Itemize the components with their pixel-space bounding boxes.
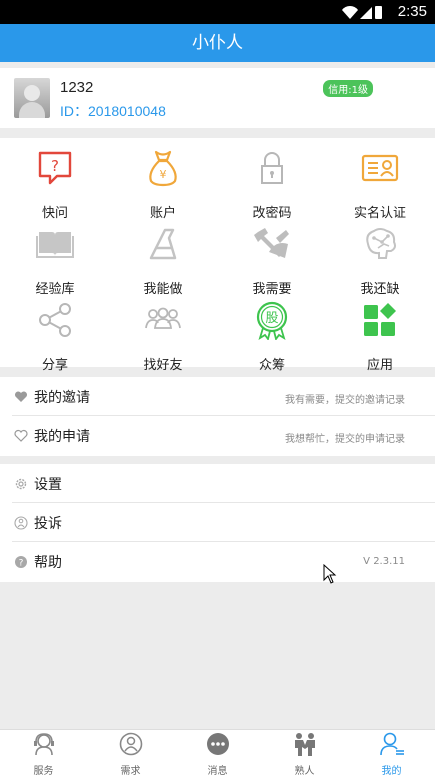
svg-text:?: ? — [19, 559, 24, 569]
signal-icons — [342, 5, 382, 19]
grid-item-label: 我需要 — [252, 282, 292, 297]
tab-label: 服务 — [33, 766, 54, 775]
acquaintance-icon — [294, 733, 315, 756]
friends-icon — [145, 307, 181, 329]
svg-text:?: ? — [51, 157, 59, 175]
mouse-cursor-icon — [323, 564, 337, 584]
user-id: ID：2018010048 — [60, 103, 166, 119]
list-item-label: 我的邀请 — [34, 390, 90, 406]
grid-item-label: 改密码 — [252, 206, 292, 221]
apps-icon — [364, 303, 396, 336]
complaint-icon — [14, 516, 28, 530]
grid-item-label: 找好友 — [143, 358, 183, 373]
gear-icon — [15, 478, 27, 490]
function-grid: ? 快问 ¥ 账户 改密码 实名认证 经验库 我能做 我需要 我还缺 分享 找好… — [0, 138, 435, 373]
list-item-hint: 我有需要，提交的邀请记录 — [285, 395, 405, 406]
grid-item-account[interactable]: ¥ 账户 — [109, 148, 217, 221]
list-item-label: 帮助 — [34, 555, 62, 571]
grid-item-i-need[interactable]: 我需要 — [218, 224, 326, 297]
list-item-hint: 我想帮忙，提交的申请记录 — [285, 434, 405, 445]
grid-item-i-can-do[interactable]: 我能做 — [109, 224, 217, 297]
grid-item-label: 快问 — [41, 206, 68, 221]
grid-item-label: 实名认证 — [353, 206, 406, 221]
grid-item-label: 应用 — [366, 358, 393, 373]
share-icon — [39, 303, 71, 337]
credit-badge: 信用:1级 — [323, 80, 373, 97]
lock-icon — [261, 152, 283, 184]
svg-text:¥: ¥ — [160, 168, 167, 181]
list-item-settings[interactable]: 设置 — [12, 464, 435, 503]
book-icon — [36, 232, 74, 258]
tab-acquaintances[interactable]: 熟人 — [261, 732, 348, 775]
help-icon: ? — [15, 556, 27, 569]
grid-item-label: 我能做 — [143, 282, 183, 297]
settings-list: 设置 投诉 ? 帮助 V 2.3.11 — [0, 464, 435, 582]
skill-icon — [149, 228, 177, 260]
list-item-my-applications[interactable]: 我的申请 我想帮忙，提交的申请记录 — [12, 416, 435, 455]
demand-icon — [119, 732, 142, 756]
profile-icon — [379, 732, 404, 756]
avatar[interactable] — [14, 78, 50, 118]
tab-messages[interactable]: 消息 — [174, 732, 261, 775]
message-icon — [206, 733, 229, 755]
grid-item-experience[interactable]: 经验库 — [1, 224, 109, 297]
list-item-complaint[interactable]: 投诉 — [12, 503, 435, 542]
svg-text:股: 股 — [265, 311, 278, 326]
app-version: V 2.3.11 — [363, 556, 405, 567]
tab-label: 需求 — [120, 766, 141, 775]
brain-icon — [366, 228, 396, 259]
tab-label: 消息 — [207, 766, 228, 775]
list-item-label: 投诉 — [34, 516, 62, 532]
status-bar: 2:35 — [0, 0, 435, 24]
grid-item-find-friends[interactable]: 找好友 — [109, 300, 217, 373]
tools-icon — [254, 228, 289, 258]
list-item-help[interactable]: ? 帮助 V 2.3.11 — [12, 542, 435, 581]
bottom-tab-bar: 服务 需求 消息 熟人 我的 — [0, 729, 435, 775]
crowdfunding-badge-icon: 股 — [256, 301, 288, 342]
tab-label: 我的 — [381, 766, 402, 775]
grid-item-apps[interactable]: 应用 — [326, 300, 434, 373]
grid-item-crowdfunding[interactable]: 股 众筹 — [218, 300, 326, 373]
list-item-label: 我的申请 — [34, 429, 90, 445]
heart-filled-icon — [14, 391, 28, 402]
question-message-icon: ? — [38, 151, 72, 185]
grid-item-change-password[interactable]: 改密码 — [218, 148, 326, 221]
tab-demand[interactable]: 需求 — [87, 732, 174, 775]
grid-item-label: 众筹 — [258, 358, 285, 373]
profile-card[interactable]: 1232 ID：2018010048 信用:1级 — [0, 68, 435, 128]
page-title: 小仆人 — [192, 33, 243, 53]
tab-mine[interactable]: 我的 — [348, 732, 435, 775]
grid-item-share[interactable]: 分享 — [1, 300, 109, 373]
heart-outline-icon — [14, 429, 28, 442]
grid-item-real-name[interactable]: 实名认证 — [326, 148, 434, 221]
list-item-label: 设置 — [34, 477, 62, 493]
user-name: 1232 — [60, 79, 94, 96]
records-list: 我的邀请 我有需要，提交的邀请记录 我的申请 我想帮忙，提交的申请记录 — [0, 377, 435, 456]
tab-label: 熟人 — [294, 766, 315, 775]
grid-item-i-lack[interactable]: 我还缺 — [326, 224, 434, 297]
grid-item-label: 分享 — [41, 358, 68, 373]
tab-service[interactable]: 服务 — [0, 732, 87, 775]
list-item-my-invitations[interactable]: 我的邀请 我有需要，提交的邀请记录 — [12, 377, 435, 416]
money-bag-icon: ¥ — [149, 150, 177, 187]
grid-item-label: 经验库 — [35, 282, 75, 297]
grid-item-label: 我还缺 — [360, 282, 400, 297]
id-card-icon — [361, 154, 399, 182]
app-title-bar: 小仆人 — [0, 24, 435, 62]
grid-item-label: 账户 — [149, 206, 176, 221]
clock: 2:35 — [397, 3, 427, 20]
grid-item-quick-ask[interactable]: ? 快问 — [1, 148, 109, 221]
service-icon — [33, 733, 54, 756]
